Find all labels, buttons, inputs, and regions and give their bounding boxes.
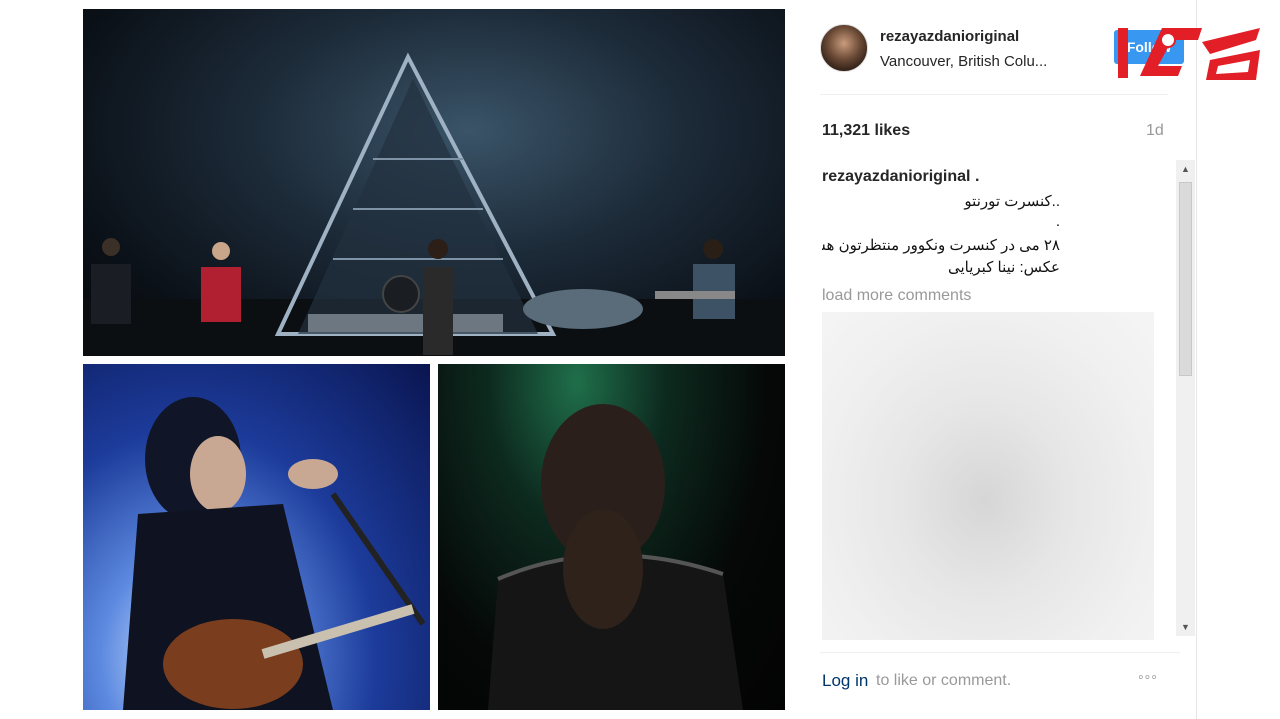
comments-list: rezayazdanioriginal . ..کنسرت تورنتو . ۲… [822, 160, 1176, 640]
post-location[interactable]: Vancouver, British Colu... [880, 53, 1066, 70]
concert-stage-photo[interactable] [83, 9, 785, 356]
caption-line: ۲۸ می در کنسرت ونکوور منتظرتون هستیم... [822, 237, 1060, 254]
login-prompt-text: to like or comment. [876, 672, 1012, 689]
comments-scrollbar[interactable]: ▲ ▼ [1176, 160, 1195, 636]
back-illustration [488, 404, 743, 710]
singer-closeup-photo[interactable] [83, 364, 430, 710]
caption-username[interactable]: rezayazdanioriginal . [822, 168, 979, 186]
scroll-up-icon[interactable]: ▲ [1176, 160, 1195, 178]
avatar[interactable] [820, 24, 868, 72]
more-options-icon[interactable]: ◦◦◦ [1138, 669, 1158, 687]
blurred-comments-area [822, 312, 1154, 640]
post-footer: Log in to like or comment. ◦◦◦ [820, 652, 1180, 693]
post-timestamp[interactable]: 1d [1146, 122, 1164, 140]
caption-line: . [1055, 213, 1060, 230]
post-sidebar: rezayazdanioriginal Vancouver, British C… [800, 0, 1197, 719]
brand-logo-icon [1110, 18, 1265, 88]
singer-back-photo[interactable] [438, 364, 785, 710]
photo-collage [0, 0, 800, 719]
singer-illustration [123, 397, 426, 710]
caption-line: ..کنسرت تورنتو [964, 193, 1060, 210]
likes-count[interactable]: 11,321 likes [822, 122, 910, 140]
scrollbar-thumb[interactable] [1179, 182, 1192, 376]
load-more-comments-link[interactable]: load more comments [822, 287, 971, 305]
stage-illustration [83, 52, 785, 356]
caption-line: عکس: نینا کبریایی [947, 259, 1060, 276]
scroll-down-icon[interactable]: ▼ [1176, 618, 1195, 636]
post-username[interactable]: rezayazdanioriginal [880, 28, 1019, 45]
login-link[interactable]: Log in [822, 671, 868, 691]
